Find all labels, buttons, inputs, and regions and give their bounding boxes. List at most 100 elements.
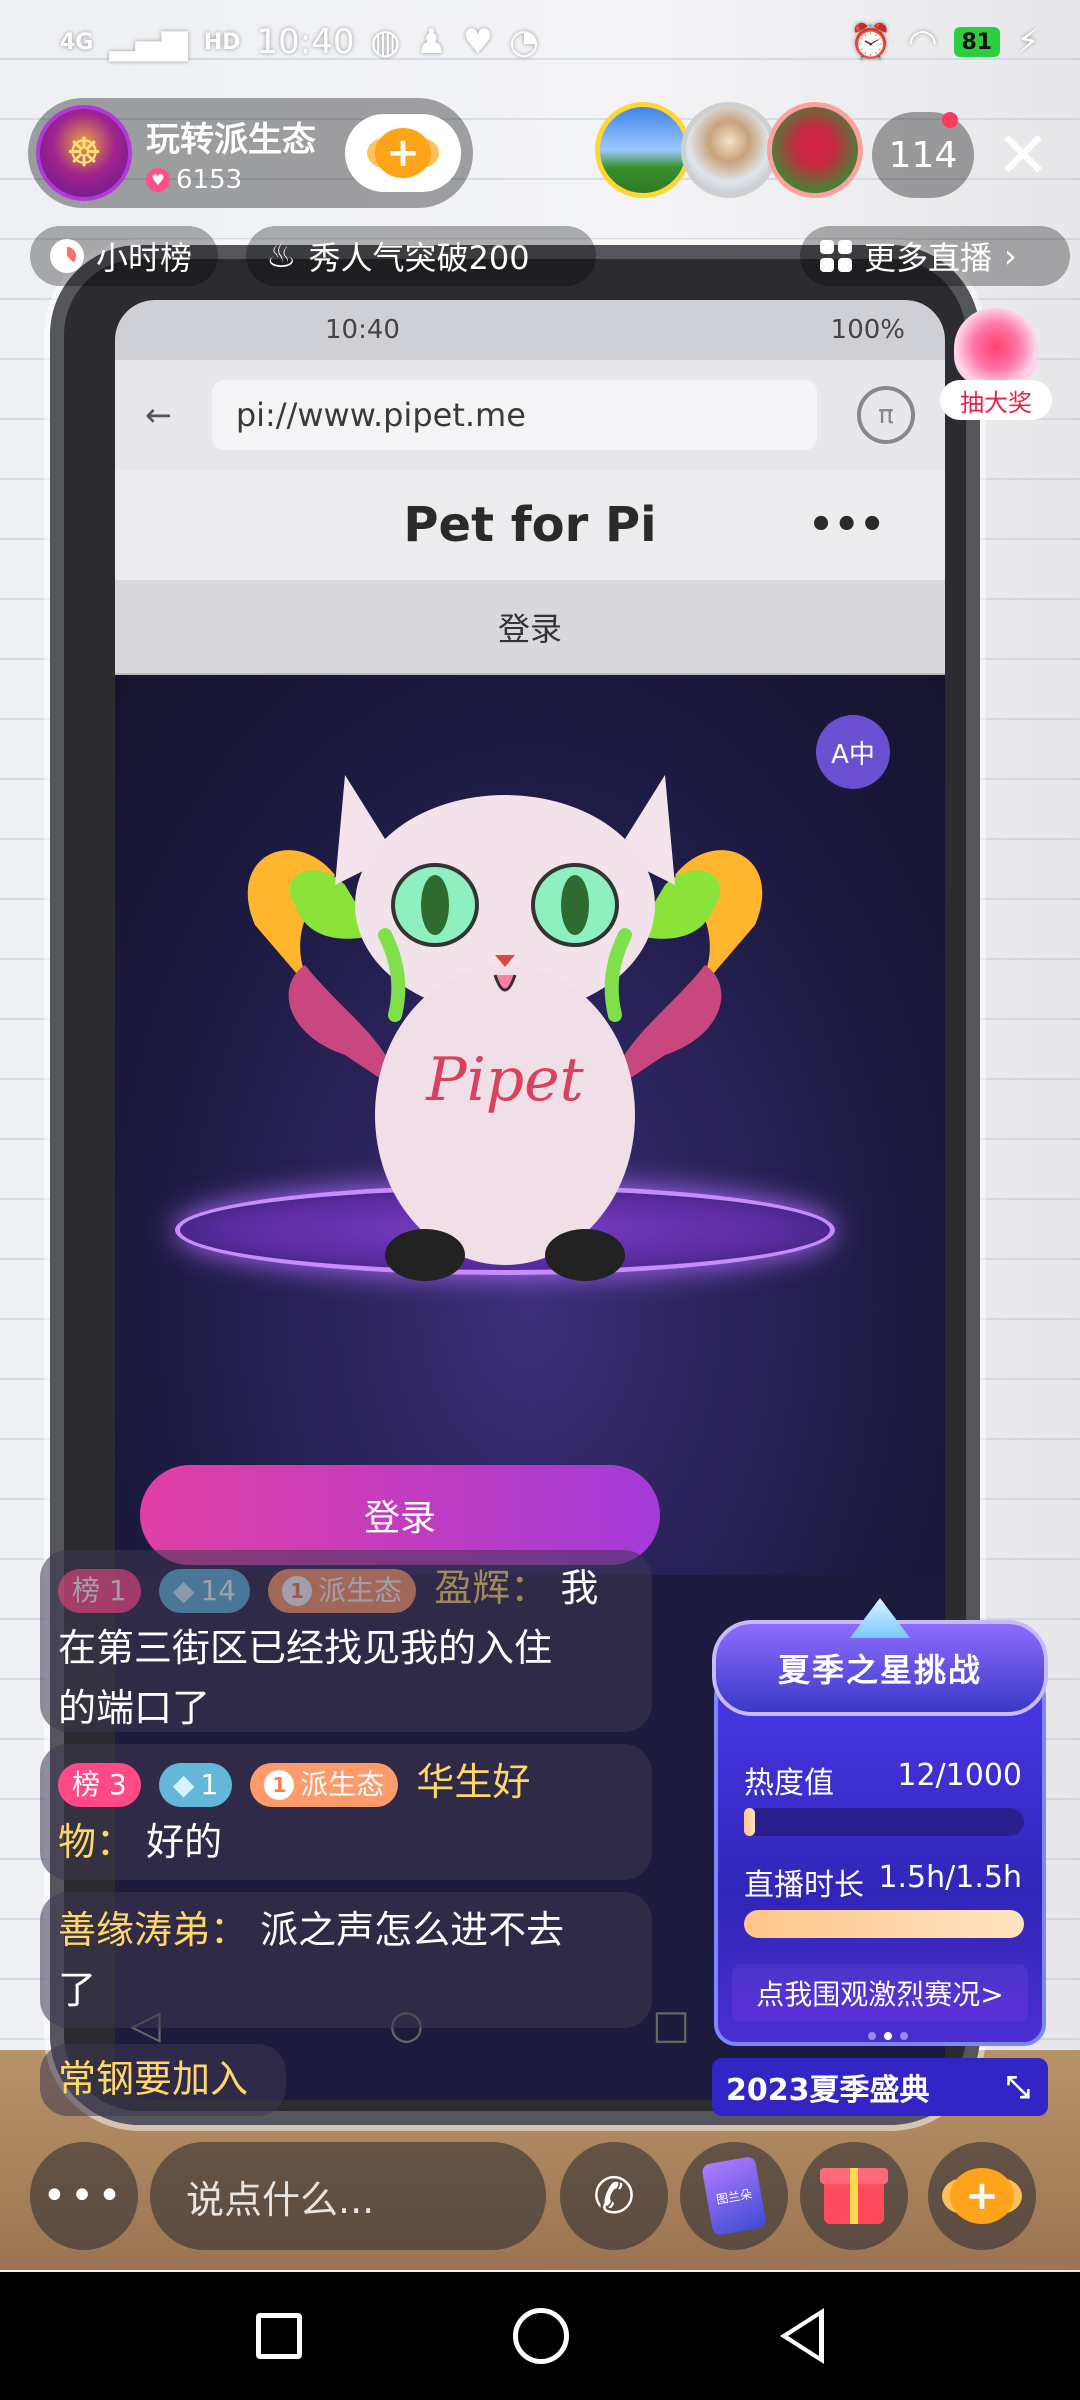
system-navigation-bar bbox=[0, 2272, 1080, 2400]
summer-festival-banner[interactable]: 2023夏季盛典 ⤡ bbox=[712, 2058, 1048, 2116]
follow-button[interactable]: + bbox=[345, 114, 461, 192]
back-icon[interactable] bbox=[780, 2308, 825, 2364]
viewer-count-button[interactable]: 114 bbox=[872, 112, 974, 198]
home-icon[interactable] bbox=[512, 2308, 569, 2364]
chat-message[interactable]: 榜 1 ◆ 14 1 派生态 盈辉： 我 在第三街区已经找见我的入住 的端口了 bbox=[40, 1550, 652, 1732]
status-bar: 4G ▂▄▆ HD 10:40 ◍ ♟ ♥ ◔ ⏰ ◠ 81 ⚡ bbox=[0, 0, 1080, 84]
rank-badge: 榜 1 bbox=[58, 1568, 141, 1613]
alarm-icon: ⏰ bbox=[849, 22, 892, 62]
top-viewers bbox=[595, 102, 863, 198]
lottery-button[interactable]: 抽大奖 bbox=[940, 302, 1052, 422]
filmed-back-icon: ← bbox=[145, 396, 172, 434]
heat-progress-bar bbox=[744, 1808, 1024, 1836]
chat-text: 好的 bbox=[146, 1820, 223, 1864]
chat-message[interactable]: 善缘涛弟： 派之声怎么进不去 了 bbox=[40, 1892, 652, 2028]
chat-join-message: 常钢要加入 bbox=[40, 2044, 286, 2116]
filmed-recent-icon: □ bbox=[652, 2002, 690, 2048]
diamond-badge: ◆ 14 bbox=[158, 1568, 250, 1613]
wechat-icon: ◍ bbox=[370, 22, 401, 62]
plus-heart-icon: + bbox=[375, 128, 431, 178]
viewer-count: 114 bbox=[888, 134, 958, 176]
more-live-button[interactable]: 更多直播 › bbox=[800, 226, 1070, 286]
heart-icon: ♥ bbox=[146, 167, 170, 192]
filmed-url-bar: ← pi://www.pipet.me π bbox=[115, 360, 945, 470]
faded-badges: 榜 1 ◆ 14 1 派生态 盈辉： bbox=[58, 1566, 560, 1613]
recent-apps-icon[interactable] bbox=[255, 2313, 302, 2359]
hourly-rank-button[interactable]: 小时榜 bbox=[30, 226, 218, 286]
heat-row: 热度值 12/1000 bbox=[744, 1758, 1022, 1802]
host-like-count: 6153 bbox=[176, 164, 243, 195]
heat-progress-fill bbox=[744, 1808, 756, 1836]
duration-progress-bar bbox=[744, 1910, 1024, 1938]
chat-text: 派之声怎么进不去 bbox=[260, 1908, 565, 1952]
chat-username[interactable]: 善缘涛弟： bbox=[58, 1908, 248, 1952]
filmed-title-text: Pet for Pi bbox=[403, 497, 657, 553]
diamond-level: 14 bbox=[200, 1573, 236, 1607]
viewer-avatar[interactable] bbox=[681, 102, 777, 198]
host-info: 玩转派生态 ♥ 6153 bbox=[146, 112, 316, 195]
card-icon-text: 图兰朵 bbox=[715, 2186, 754, 2207]
app-notification-icon: ♥ bbox=[462, 22, 494, 62]
filmed-more-icon: ••• bbox=[808, 502, 885, 548]
host-avatar[interactable]: ☸ bbox=[36, 105, 132, 201]
search-app-icon: ◔ bbox=[509, 22, 539, 62]
gift-icon bbox=[820, 2168, 888, 2224]
filmed-battery: 100% bbox=[830, 315, 905, 345]
lottery-label: 抽大奖 bbox=[940, 380, 1052, 420]
phone-video-icon: ✆ bbox=[593, 2167, 635, 2225]
host-name: 玩转派生态 bbox=[146, 119, 316, 160]
fan-heart-icon: 1 bbox=[264, 1769, 295, 1800]
viewer-avatar[interactable] bbox=[767, 102, 863, 198]
fan-club-button[interactable]: + bbox=[928, 2142, 1036, 2250]
filmed-pet-stage: A中 Pipet bbox=[115, 675, 945, 1575]
chat-text: 了 bbox=[58, 1968, 97, 2012]
clock-icon bbox=[50, 239, 84, 273]
filmed-pi-icon: π bbox=[857, 386, 915, 444]
popularity-ticker[interactable]: ♨ 秀人气突破200 bbox=[246, 226, 596, 286]
hourly-rank-label: 小时榜 bbox=[96, 239, 193, 277]
filmed-url: pi://www.pipet.me bbox=[211, 380, 817, 450]
chat-username[interactable]: 物： bbox=[58, 1820, 134, 1864]
duration-progress-fill bbox=[744, 1910, 1024, 1938]
carousel-dots bbox=[868, 2032, 908, 2040]
card-button[interactable]: 图兰朵 bbox=[680, 2142, 788, 2250]
battery-indicator: 81 bbox=[953, 27, 1001, 57]
popularity-ticker-label: 秀人气突破200 bbox=[308, 239, 530, 277]
duration-label: 直播时长 bbox=[744, 1868, 864, 1903]
chat-username[interactable]: 华生好 bbox=[416, 1760, 530, 1804]
signal-icon: ▂▄▆ bbox=[109, 22, 188, 62]
charging-icon: ⚡ bbox=[1016, 22, 1040, 62]
more-options-button[interactable]: ••• bbox=[30, 2142, 138, 2250]
duration-value: 1.5h/1.5h bbox=[878, 1860, 1022, 1895]
duration-row: 直播时长 1.5h/1.5h bbox=[744, 1860, 1022, 1904]
comment-input[interactable]: 说点什么... bbox=[150, 2142, 546, 2250]
chat-username[interactable]: 盈辉： bbox=[434, 1566, 548, 1610]
wifi-icon: ◠ bbox=[907, 22, 938, 62]
card-icon: 图兰朵 bbox=[701, 2155, 767, 2237]
join-text: 常钢要加入 bbox=[58, 2057, 249, 2101]
plus-heart-icon: + bbox=[950, 2168, 1014, 2224]
chat-message[interactable]: 榜 3 ◆ 1 1 派生态 华生好 物： 好的 bbox=[40, 1744, 652, 1880]
rank-badge: 榜 3 bbox=[58, 1762, 141, 1807]
event-body: 热度值 12/1000 直播时长 1.5h/1.5h 点我围观激烈赛况> bbox=[714, 1674, 1046, 2046]
filmed-time: 10:40 bbox=[325, 315, 400, 345]
pet-chest-text: Pipet bbox=[425, 1045, 584, 1115]
close-icon[interactable]: ✕ bbox=[985, 118, 1061, 194]
host-card[interactable]: ☸ 玩转派生态 ♥ 6153 + bbox=[28, 98, 473, 208]
viewer-avatar[interactable] bbox=[595, 102, 691, 198]
filmed-page-title: Pet for Pi ••• bbox=[115, 470, 945, 580]
co-host-call-button[interactable]: ✆ bbox=[560, 2142, 668, 2250]
filmed-login-link: 登录 bbox=[115, 580, 945, 675]
chevron-right-icon: › bbox=[1004, 237, 1017, 275]
summer-star-challenge-widget[interactable]: 夏季之星挑战 热度值 12/1000 直播时长 1.5h/1.5h 点我围观激烈… bbox=[712, 1598, 1048, 2052]
clock: 10:40 bbox=[256, 22, 355, 62]
diamond-level: 1 bbox=[200, 1767, 219, 1801]
lottery-cat-icon bbox=[954, 308, 1038, 386]
gift-button[interactable] bbox=[800, 2142, 908, 2250]
fan-club-name: 派生态 bbox=[318, 1573, 403, 1607]
watch-match-link[interactable]: 点我围观激烈赛况> bbox=[732, 1964, 1028, 2022]
expand-icon[interactable]: ⤡ bbox=[1006, 2070, 1030, 2105]
network-indicator: 4G bbox=[60, 29, 94, 55]
more-dots-icon: ••• bbox=[42, 2173, 126, 2219]
filmed-status-bar: 10:40 100% bbox=[115, 300, 945, 360]
